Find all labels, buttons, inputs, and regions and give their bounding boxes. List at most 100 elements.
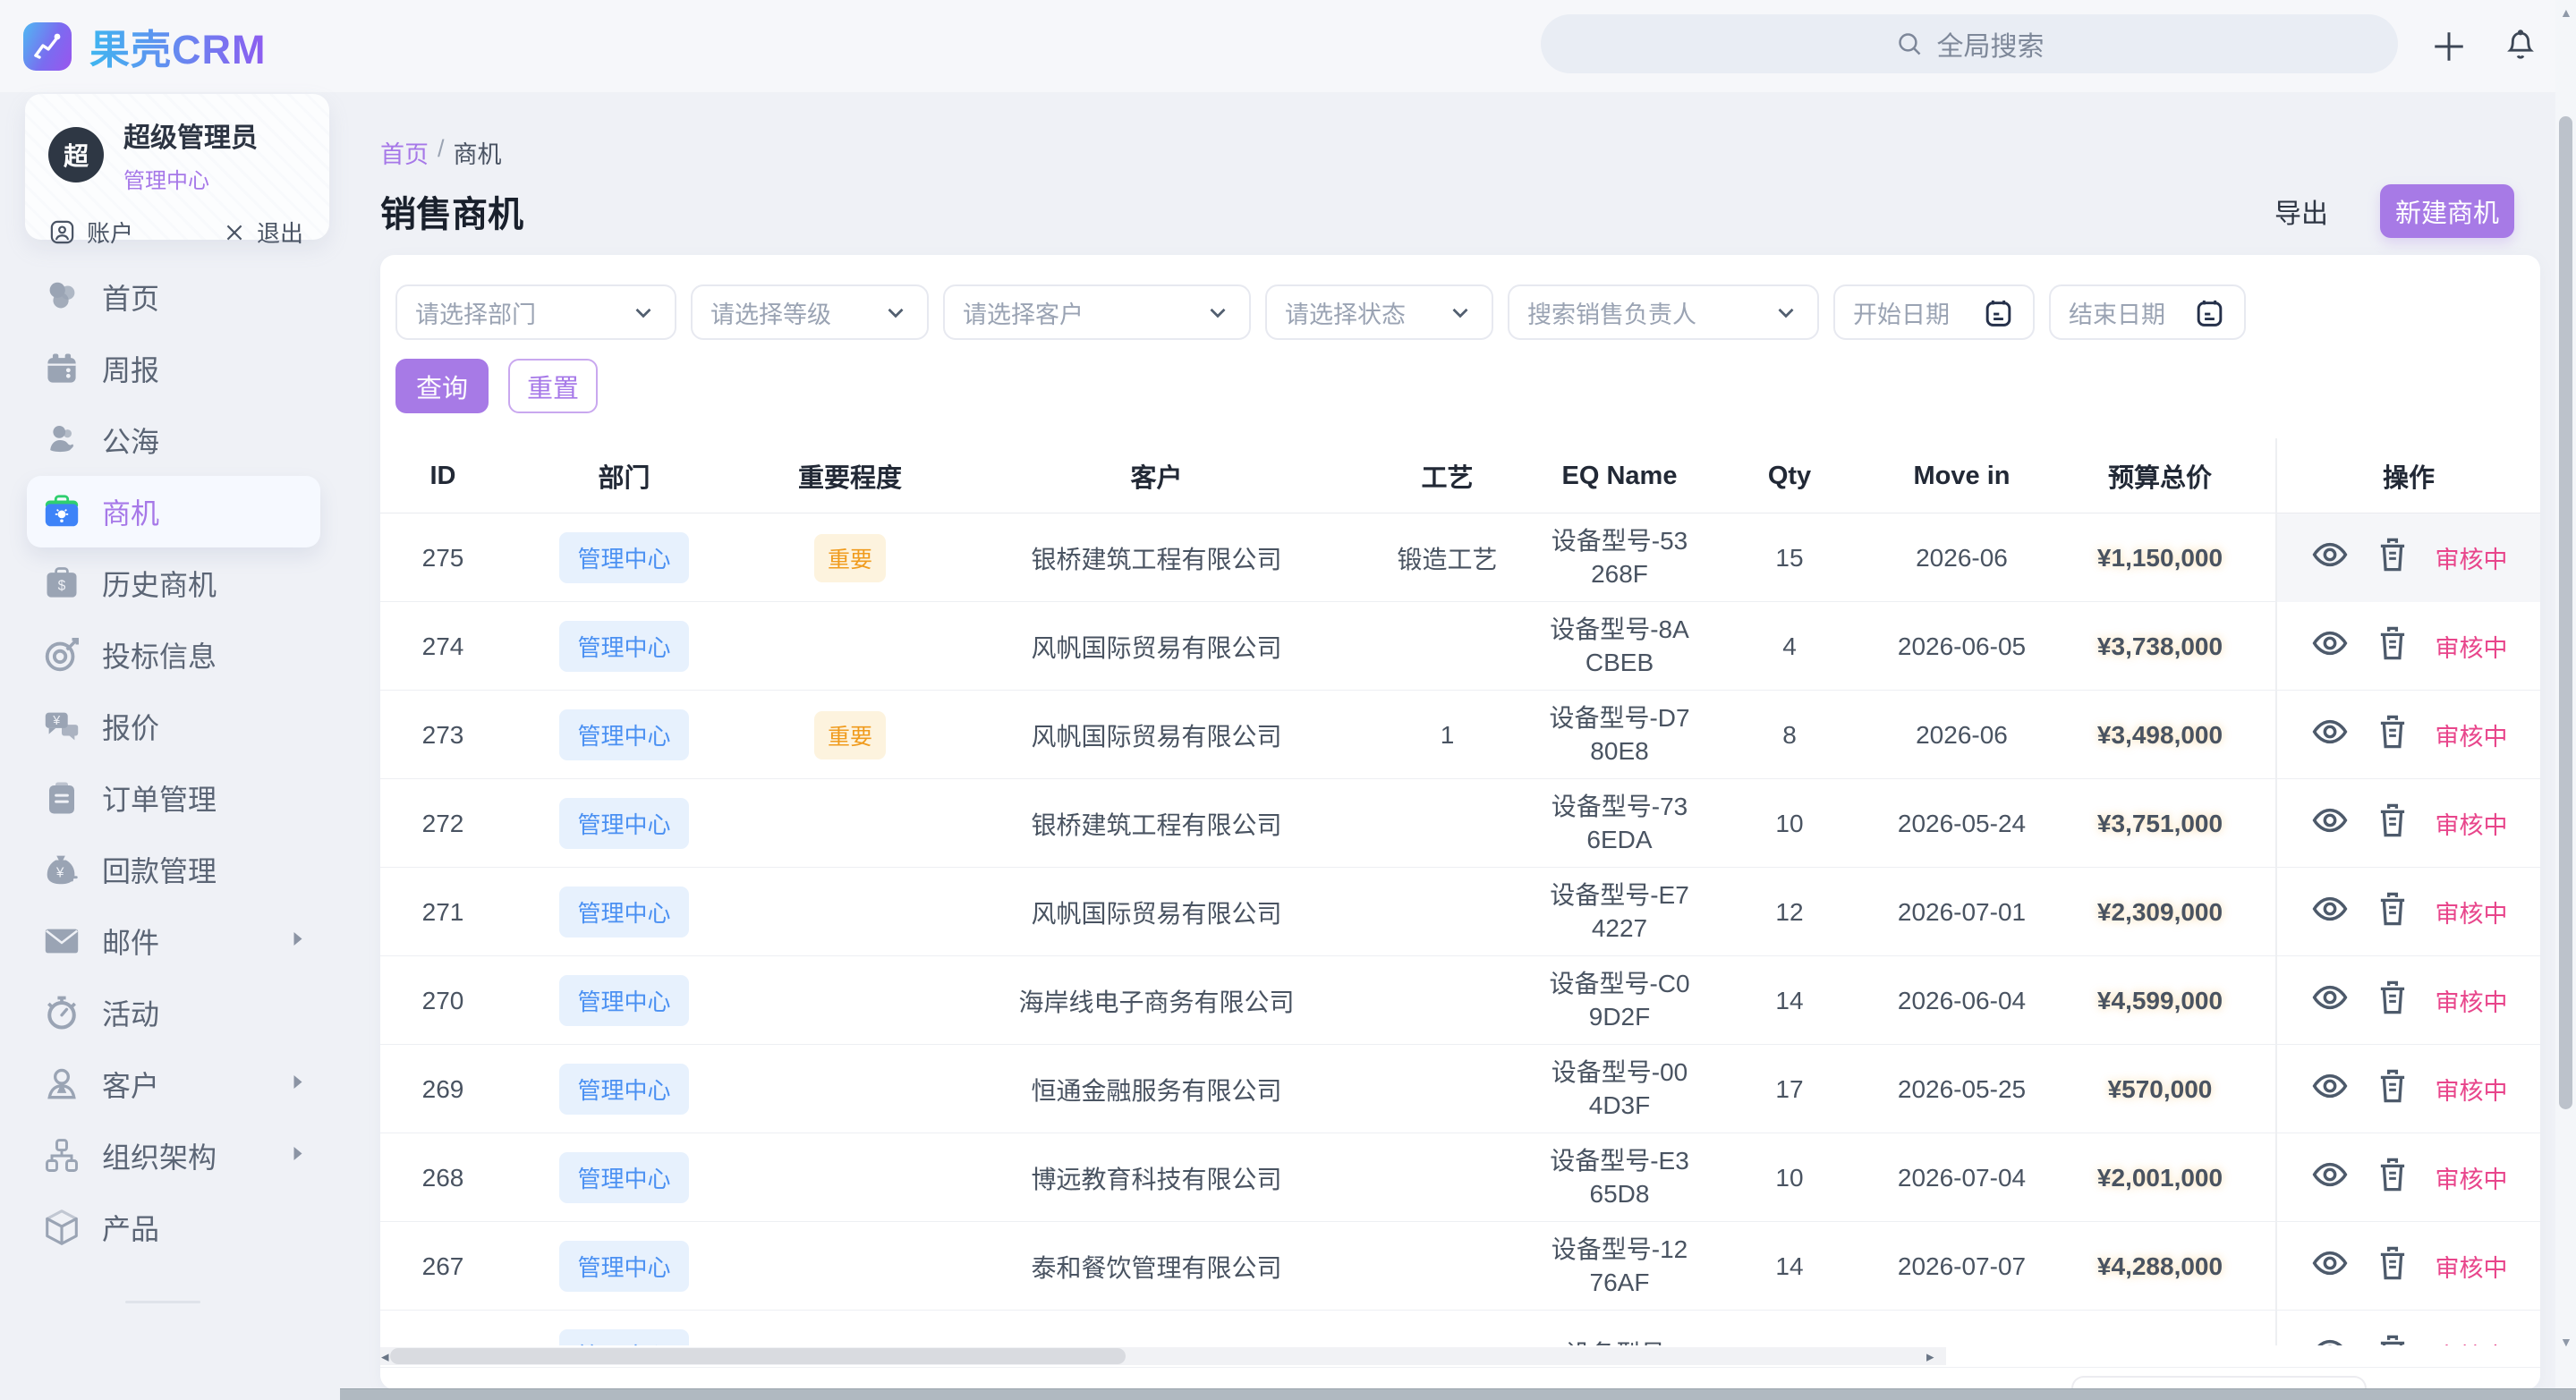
table-row: 270管理中心海岸线电子商务有限公司设备型号-C09D2F142026-06-0…	[380, 956, 2540, 1045]
cell-move-in: 2026-07-04	[1879, 1164, 2045, 1192]
delete-button[interactable]	[2373, 627, 2412, 666]
status-link[interactable]: 审核中	[2436, 1337, 2508, 1345]
query-button[interactable]: 查询	[395, 359, 489, 413]
delete-button[interactable]	[2373, 981, 2412, 1021]
sidebar-item-6[interactable]: ¥报价	[27, 691, 320, 762]
sidebar-item-9[interactable]: 邮件	[27, 905, 320, 977]
sidebar-item-10[interactable]: 活动	[27, 977, 320, 1048]
column-header-9: 操作	[2275, 438, 2540, 513]
delete-button[interactable]	[2373, 893, 2412, 932]
sidebar-item-1[interactable]: 周报	[27, 333, 320, 404]
view-button[interactable]	[2310, 893, 2350, 932]
sidebar-item-8[interactable]: ¥回款管理	[27, 834, 320, 905]
view-button[interactable]	[2310, 1336, 2350, 1346]
status-link[interactable]: 审核中	[2436, 1160, 2508, 1195]
status-link[interactable]: 审核中	[2436, 806, 2508, 841]
view-button[interactable]	[2310, 627, 2350, 666]
customer-select[interactable]: 请选择客户	[943, 284, 1251, 340]
vscroll-thumb[interactable]	[2559, 116, 2572, 1109]
delete-button[interactable]	[2373, 1158, 2412, 1198]
chevron-down-icon	[882, 299, 909, 326]
cell-id: 275	[380, 544, 506, 573]
start-date-input[interactable]: 开始日期	[1833, 284, 2035, 340]
department-select[interactable]: 请选择部门	[395, 284, 676, 340]
cell-id: 270	[380, 987, 506, 1015]
scroll-down-arrow-icon[interactable]: ▼	[2560, 1335, 2572, 1349]
delete-button[interactable]	[2373, 716, 2412, 755]
sidebar-item-3[interactable]: 商机	[27, 476, 320, 547]
cell-eq-name: 设备型号-8ACBEB	[1539, 614, 1700, 679]
scroll-up-arrow-icon[interactable]: ▲	[2560, 5, 2572, 20]
window-bottom-scrollbar[interactable]	[340, 1388, 2576, 1400]
brand-title: 果壳CRM	[89, 17, 266, 75]
scroll-right-arrow-icon[interactable]: ▸	[1926, 1348, 1934, 1366]
sidebar-item-4[interactable]: $历史商机	[27, 547, 320, 619]
notifications-button[interactable]	[2498, 24, 2543, 69]
column-header-3: 客户	[957, 457, 1356, 495]
view-button[interactable]	[2310, 539, 2350, 578]
delete-button[interactable]	[2373, 539, 2412, 578]
logout-button[interactable]: 退出	[223, 216, 303, 249]
cell-department: 管理中心	[506, 1329, 743, 1345]
eye-icon	[2310, 801, 2350, 846]
view-button[interactable]	[2310, 1247, 2350, 1286]
history-briefcase-icon: $	[41, 563, 82, 604]
reset-button[interactable]: 重置	[508, 359, 598, 413]
delete-button[interactable]	[2373, 804, 2412, 844]
eye-icon	[2310, 978, 2350, 1023]
table-row: 275管理中心重要银桥建筑工程有限公司锻造工艺设备型号-53268F152026…	[380, 513, 2540, 602]
menu-divider	[125, 1301, 200, 1303]
cell-department: 管理中心	[506, 709, 743, 760]
cell-customer: 银桥建筑工程有限公司	[957, 806, 1356, 842]
status-link[interactable]: 审核中	[2436, 1072, 2508, 1107]
person-wave-icon	[41, 420, 82, 461]
cell-eq-name: 设备型号-53268F	[1539, 525, 1700, 590]
cell-move-in: 2026-07-07	[1879, 1252, 2045, 1281]
table-header-row: ID部门重要程度客户工艺EQ NameQtyMove in预算总价操作	[380, 438, 2540, 513]
view-button[interactable]	[2310, 1070, 2350, 1109]
sidebar-item-2[interactable]: 公海	[27, 404, 320, 476]
add-button[interactable]	[2427, 24, 2471, 69]
status-link[interactable]: 审核中	[2436, 629, 2508, 664]
department-badge: 管理中心	[559, 975, 688, 1026]
view-button[interactable]	[2310, 716, 2350, 755]
sidebar-item-5[interactable]: 投标信息	[27, 619, 320, 691]
export-button[interactable]: 导出	[2274, 191, 2328, 231]
delete-button[interactable]	[2373, 1070, 2412, 1109]
quote-bubble-icon: ¥	[41, 706, 82, 747]
account-button[interactable]: 账户	[48, 216, 133, 249]
view-button[interactable]	[2310, 1158, 2350, 1198]
breadcrumb-home-link[interactable]: 首页	[380, 135, 429, 170]
sidebar-item-7[interactable]: 订单管理	[27, 762, 320, 834]
department-badge: 管理中心	[559, 887, 688, 938]
view-button[interactable]	[2310, 981, 2350, 1021]
level-select[interactable]: 请选择等级	[691, 284, 929, 340]
org-icon	[41, 1135, 82, 1176]
view-button[interactable]	[2310, 804, 2350, 844]
status-link[interactable]: 审核中	[2436, 895, 2508, 929]
cell-qty: 4	[1700, 632, 1879, 661]
hscroll-thumb[interactable]	[390, 1348, 1126, 1364]
status-link[interactable]: 审核中	[2436, 983, 2508, 1018]
status-link[interactable]: 审核中	[2436, 717, 2508, 752]
status-link[interactable]: 审核中	[2436, 1249, 2508, 1284]
create-opportunity-button[interactable]: 新建商机	[2380, 184, 2514, 238]
cell-budget-price: ¥3,498,000	[2045, 721, 2275, 750]
cell-qty: 10	[1700, 810, 1879, 838]
cell-importance: 重要	[743, 711, 957, 759]
calendar-icon	[41, 348, 82, 389]
sidebar-item-0[interactable]: 首页	[27, 261, 320, 333]
sidebar-item-13[interactable]: 产品	[27, 1192, 320, 1263]
scroll-left-arrow-icon[interactable]: ◂	[381, 1348, 389, 1366]
page-title: 销售商机	[380, 185, 523, 237]
end-date-input[interactable]: 结束日期	[2049, 284, 2246, 340]
status-link[interactable]: 审核中	[2436, 540, 2508, 575]
sidebar-item-12[interactable]: 组织架构	[27, 1120, 320, 1192]
target-icon	[41, 634, 82, 675]
status-select[interactable]: 请选择状态	[1265, 284, 1493, 340]
delete-button[interactable]	[2373, 1247, 2412, 1286]
delete-button[interactable]	[2373, 1336, 2412, 1346]
sales-owner-select[interactable]: 搜索销售负责人	[1508, 284, 1819, 340]
sidebar-item-11[interactable]: 客户	[27, 1048, 320, 1120]
global-search-input[interactable]: 全局搜索	[1541, 14, 2398, 73]
